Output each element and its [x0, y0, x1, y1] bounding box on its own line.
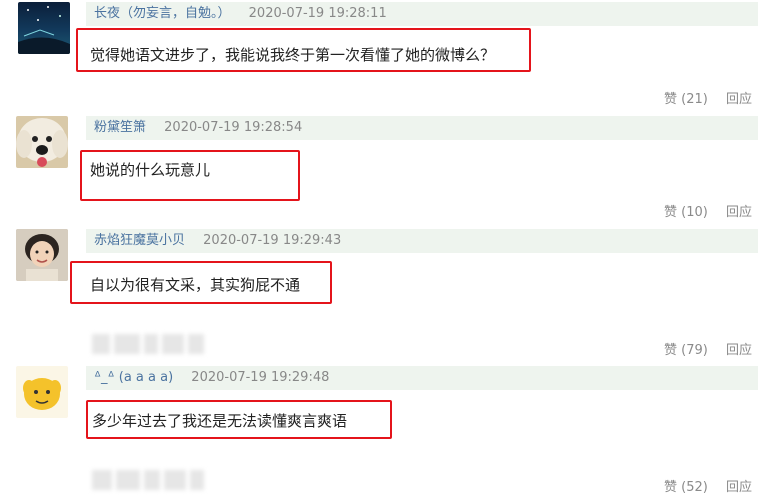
like-button[interactable]: 赞 (52)	[664, 480, 708, 495]
comment-item: ᐞ_ᐞ (a a a a) 2020-07-19 19:29:48 多少年过去了…	[0, 0, 770, 500]
highlight-box	[86, 400, 392, 439]
comment-time: 2020-07-19 19:29:48	[191, 370, 330, 385]
comment-header: ᐞ_ᐞ (a a a a) 2020-07-19 19:29:48	[86, 366, 758, 390]
emoji-icon	[23, 378, 61, 417]
cartoon-emoji-avatar[interactable]	[16, 366, 68, 418]
blurred-content	[92, 470, 204, 490]
username-link[interactable]: ᐞ_ᐞ (a a a a)	[94, 370, 173, 385]
reply-button[interactable]: 回应	[726, 480, 752, 495]
comment-actions: 赞 (52) 回应	[650, 476, 752, 495]
